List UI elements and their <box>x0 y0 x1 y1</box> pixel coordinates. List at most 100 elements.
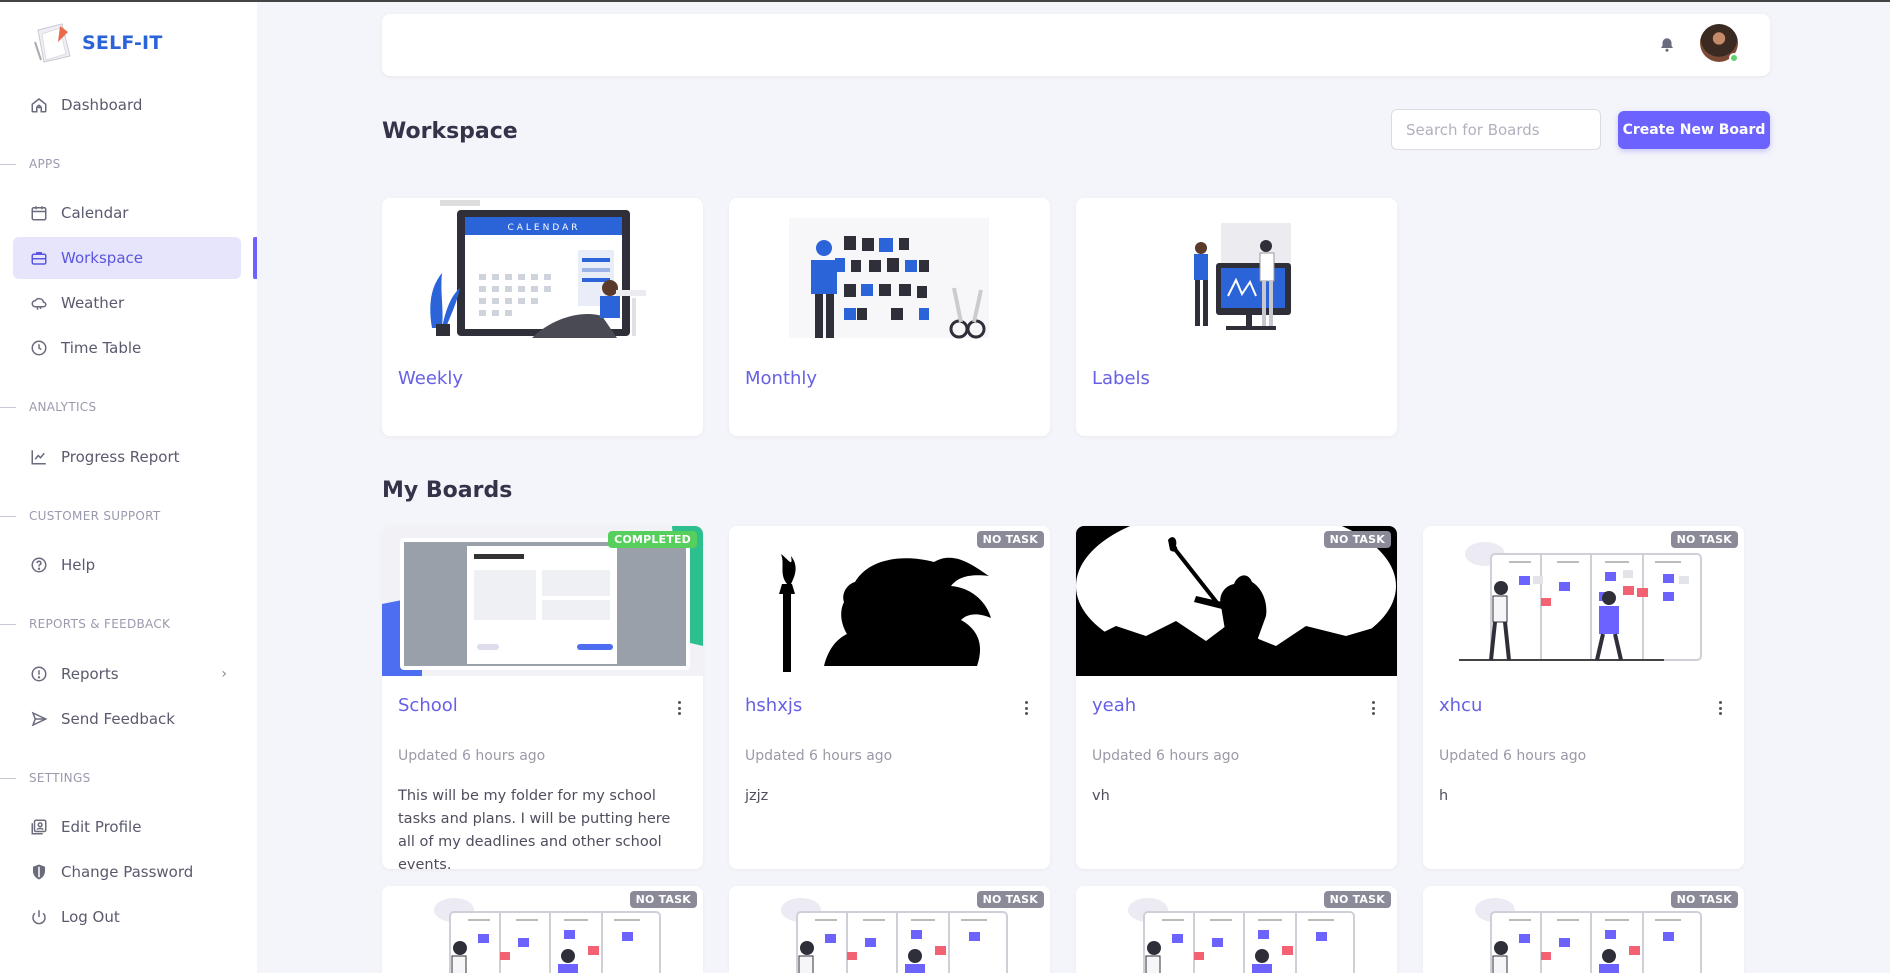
board-title[interactable]: yeah <box>1092 695 1136 716</box>
sidebar-item-calendar[interactable]: Calendar <box>13 192 241 234</box>
sidebar-item-timetable[interactable]: Time Table <box>13 327 241 369</box>
labels-illustration <box>1194 223 1291 330</box>
sidebar-item-progress-report[interactable]: Progress Report <box>13 436 241 478</box>
workspace-card-title[interactable]: Weekly <box>398 368 463 389</box>
app-name: SELF-IT <box>82 32 163 54</box>
board-title[interactable]: School <box>398 695 458 716</box>
bell-icon[interactable] <box>1658 36 1676 54</box>
user-avatar[interactable] <box>1700 24 1739 63</box>
more-options-icon[interactable] <box>1712 698 1728 718</box>
home-icon <box>29 95 49 115</box>
sidebar-item-change-password[interactable]: Change Password <box>13 851 241 893</box>
online-status-dot <box>1729 53 1739 63</box>
sidebar-item-label: Dashboard <box>61 96 143 114</box>
window-top-border <box>0 0 1890 2</box>
status-badge: NO TASK <box>1323 891 1391 908</box>
board-updated-time: Updated 6 hours ago <box>745 748 893 764</box>
board-card[interactable]: NO TASK hshxjs Updated 6 hours ago jzjz <box>729 526 1050 869</box>
sidebar-item-weather[interactable]: Weather <box>13 282 241 324</box>
board-updated-time: Updated 6 hours ago <box>1439 748 1587 764</box>
chart-line-icon <box>29 447 49 467</box>
sidebar-item-logout[interactable]: Log Out <box>13 896 241 938</box>
board-card[interactable]: COMPLETED School Updated 6 hours ago Thi… <box>382 526 703 869</box>
more-options-icon[interactable] <box>1365 698 1381 718</box>
sidebar-item-reports[interactable]: Reports › <box>13 653 241 695</box>
sidebar-item-label: Send Feedback <box>61 710 175 728</box>
status-badge: COMPLETED <box>608 531 697 548</box>
board-card[interactable]: NO TASK yeah Updated 6 hours ago vh <box>1076 526 1397 869</box>
send-icon <box>29 709 49 729</box>
cloud-icon <box>29 293 49 313</box>
board-description: h <box>1439 788 1449 804</box>
active-indicator <box>253 237 257 279</box>
board-thumbnail <box>382 526 703 676</box>
board-thumbnail <box>729 526 1050 676</box>
workspace-title: Workspace <box>382 119 518 144</box>
more-options-icon[interactable] <box>671 698 687 718</box>
status-badge: NO TASK <box>1670 531 1738 548</box>
sidebar-item-label: Weather <box>61 294 125 312</box>
status-badge: NO TASK <box>976 891 1044 908</box>
app-logo[interactable]: SELF-IT <box>32 20 162 66</box>
more-options-icon[interactable] <box>1018 698 1034 718</box>
board-search-input[interactable] <box>1391 109 1601 150</box>
briefcase-icon <box>29 248 49 268</box>
board-thumbnail <box>1076 526 1397 676</box>
board-description: This will be my folder for my school tas… <box>398 788 671 869</box>
profile-card-icon <box>29 817 49 837</box>
sidebar-item-edit-profile[interactable]: Edit Profile <box>13 806 241 848</box>
section-analytics: ANALYTICS <box>0 399 96 415</box>
sidebar-item-label: Edit Profile <box>61 818 142 836</box>
workspace-card-title[interactable]: Monthly <box>745 368 817 389</box>
board-updated-time: Updated 6 hours ago <box>1092 748 1240 764</box>
power-icon <box>29 907 49 927</box>
section-customer-support: CUSTOMER SUPPORT <box>0 508 161 524</box>
shield-icon <box>29 862 49 882</box>
sidebar-item-label: Progress Report <box>61 448 180 466</box>
alert-circle-icon <box>29 664 49 684</box>
board-description: jzjz <box>745 788 769 804</box>
board-updated-time: Updated 6 hours ago <box>398 748 546 764</box>
board-card[interactable]: NO TASK <box>729 886 1050 973</box>
my-boards-title: My Boards <box>382 478 513 503</box>
section-settings: SETTINGS <box>0 770 90 786</box>
chevron-right-icon: › <box>221 666 227 682</box>
workspace-card-monthly[interactable]: Monthly <box>729 198 1050 436</box>
section-apps: APPS <box>0 156 61 172</box>
help-circle-icon <box>29 555 49 575</box>
calendar-icon <box>29 203 49 223</box>
sidebar-item-label: Workspace <box>61 249 143 267</box>
workspace-card-labels[interactable]: Labels <box>1076 198 1397 436</box>
board-title[interactable]: hshxjs <box>745 695 802 716</box>
status-badge: NO TASK <box>629 891 697 908</box>
board-card[interactable]: NO TASK <box>1076 886 1397 973</box>
top-navbar <box>382 14 1770 76</box>
sidebar-item-help[interactable]: Help <box>13 544 241 586</box>
svg-text:CALENDAR: CALENDAR <box>507 223 580 233</box>
board-card[interactable]: NO TASK <box>1423 886 1744 973</box>
calendar-illustration: CALENDAR <box>430 200 646 338</box>
sidebar-item-send-feedback[interactable]: Send Feedback <box>13 698 241 740</box>
sidebar-item-label: Change Password <box>61 863 194 881</box>
status-badge: NO TASK <box>976 531 1044 548</box>
board-title[interactable]: xhcu <box>1439 695 1482 716</box>
sidebar-item-dashboard[interactable]: Dashboard <box>13 84 241 126</box>
status-badge: NO TASK <box>1670 891 1738 908</box>
letters-board-illustration <box>789 218 989 339</box>
workspace-card-weekly[interactable]: CALENDAR Weekly <box>382 198 703 436</box>
board-card[interactable]: NO TASK <box>382 886 703 973</box>
sidebar-item-workspace[interactable]: Workspace <box>13 237 241 279</box>
section-reports-feedback: REPORTS & FEEDBACK <box>0 616 170 632</box>
clock-icon <box>29 338 49 358</box>
workspace-card-title[interactable]: Labels <box>1092 368 1150 389</box>
board-thumbnail <box>1423 526 1744 676</box>
sidebar: SELF-IT Dashboard APPS Calendar Workspac… <box>0 2 257 973</box>
sidebar-item-label: Help <box>61 556 96 574</box>
create-new-board-button[interactable]: Create New Board <box>1618 111 1770 149</box>
sidebar-item-label: Calendar <box>61 204 129 222</box>
sidebar-item-label: Reports <box>61 665 119 683</box>
sidebar-item-label: Time Table <box>61 339 142 357</box>
board-card[interactable]: NO TASK xhcu Updated 6 hours ago h <box>1423 526 1744 869</box>
sidebar-item-label: Log Out <box>61 908 120 926</box>
board-description: vh <box>1092 788 1110 804</box>
